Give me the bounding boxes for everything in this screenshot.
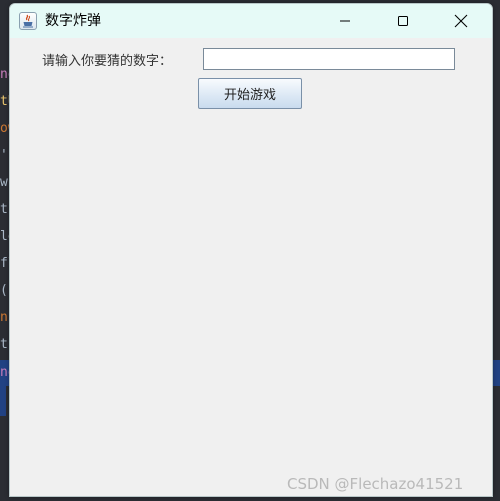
- java-cup-icon[interactable]: [19, 12, 37, 30]
- maximize-button[interactable]: [374, 4, 432, 38]
- minimize-icon: [340, 20, 350, 22]
- window-title: 数字炸弹: [45, 13, 101, 29]
- close-icon: [454, 14, 468, 28]
- guess-prompt-label: 请输入你要猜的数字：: [42, 54, 173, 69]
- maximize-icon: [398, 16, 408, 26]
- game-window: 数字炸弹 请输入你要猜的数字： 开始游戏: [9, 3, 493, 497]
- csdn-watermark: CSDN @Flechazo41521: [287, 475, 464, 493]
- editor-line-highlight: [0, 386, 6, 416]
- guess-input[interactable]: [203, 48, 455, 70]
- start-game-button[interactable]: 开始游戏: [198, 78, 302, 109]
- close-button[interactable]: [432, 4, 490, 38]
- title-bar[interactable]: 数字炸弹: [10, 4, 492, 38]
- window-content: 请输入你要猜的数字： 开始游戏: [10, 38, 492, 496]
- minimize-button[interactable]: [316, 4, 374, 38]
